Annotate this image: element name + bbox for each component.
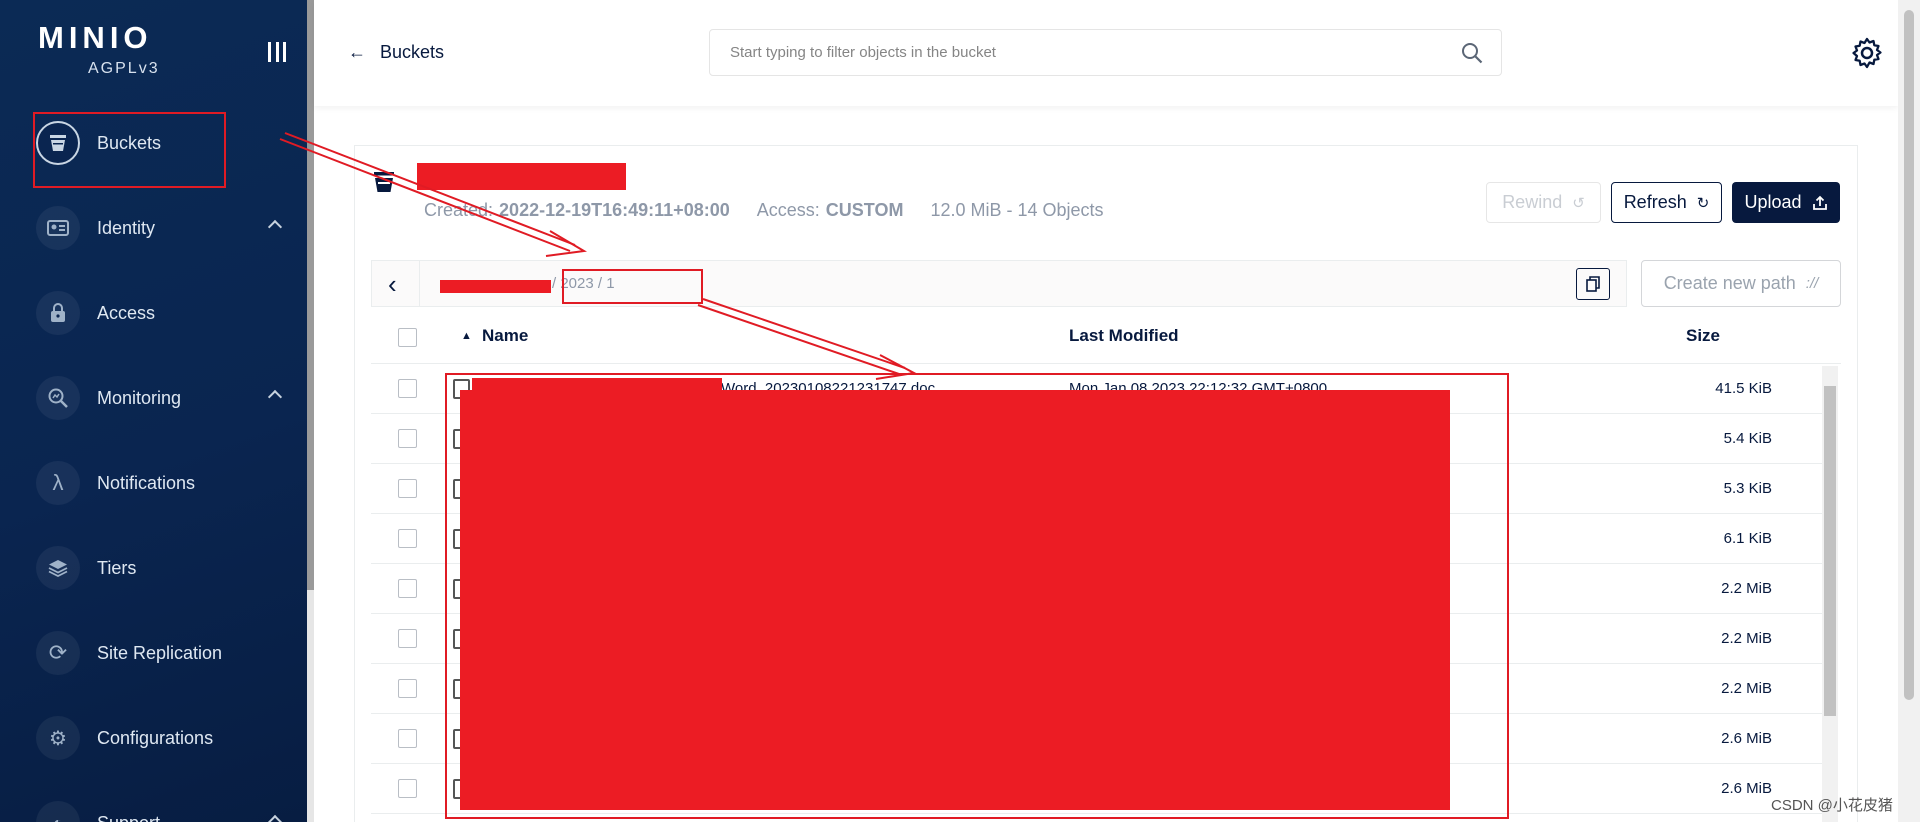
column-last-modified[interactable]: Last Modified: [1069, 326, 1179, 346]
sidebar-item-label: Notifications: [97, 472, 196, 493]
sort-asc-icon[interactable]: ▲: [461, 330, 472, 342]
row-checkbox[interactable]: [398, 629, 417, 648]
object-size: 5.4 KiB: [1723, 430, 1772, 447]
object-size: 2.2 MiB: [1721, 580, 1772, 597]
sidebar-item-identity[interactable]: Identity: [36, 200, 286, 256]
minio-logo[interactable]: MINIO: [38, 20, 153, 56]
watermark: CSDN @小花皮猪: [1771, 797, 1893, 814]
magnifier-chart-icon: [36, 376, 80, 420]
lock-icon: [36, 291, 80, 335]
refresh-icon: ↻: [1696, 194, 1710, 212]
new-path-icon: ://: [1805, 275, 1819, 292]
object-size: 2.2 MiB: [1721, 680, 1772, 697]
rewind-label: Rewind: [1502, 192, 1563, 212]
access-value: CUSTOM: [825, 200, 904, 220]
sidebar-item-label: Access: [97, 302, 156, 323]
object-size: 5.3 KiB: [1723, 480, 1772, 497]
object-size: 2.2 MiB: [1721, 630, 1772, 647]
id-card-icon: [36, 206, 80, 250]
row-checkbox[interactable]: [398, 679, 417, 698]
create-new-path-button[interactable]: Create new path ://: [1641, 260, 1841, 307]
create-path-label: Create new path: [1663, 273, 1796, 293]
column-name[interactable]: Name: [482, 326, 528, 346]
sidebar-item-notifications[interactable]: λ Notifications: [36, 455, 286, 511]
sidebar-item-label: Tiers: [97, 557, 137, 578]
search-icon[interactable]: [1461, 42, 1483, 64]
lambda-icon: λ: [36, 461, 80, 505]
annotation-box-path: [562, 269, 703, 304]
settings-gear-icon[interactable]: [1850, 36, 1884, 70]
bucket-meta: Created: 2022-12-19T16:49:11+08:00 Access…: [424, 200, 1104, 221]
page-scrollbar[interactable]: [1898, 0, 1920, 822]
license-label: AGPLv3: [88, 60, 160, 77]
rewind-button[interactable]: Rewind ↺: [1486, 182, 1601, 223]
created-label: Created:: [424, 200, 494, 220]
back-to-buckets-link[interactable]: ← Buckets: [348, 42, 444, 63]
sidebar-item-monitoring[interactable]: Monitoring: [36, 370, 286, 426]
table-header: ▲ Name Last Modified Size: [371, 316, 1841, 364]
created-value: 2022-12-19T16:49:11+08:00: [499, 200, 730, 220]
arrow-left-icon: ←: [348, 42, 366, 62]
chevron-left-icon[interactable]: ‹: [388, 271, 408, 297]
upload-label: Upload: [1744, 192, 1802, 212]
object-size: 6.1 KiB: [1723, 530, 1772, 547]
row-checkbox[interactable]: [398, 579, 417, 598]
sidebar-scrollbar[interactable]: [307, 0, 314, 822]
sidebar-item-label: Monitoring: [97, 387, 182, 408]
sidebar-item-site-replication[interactable]: ⟳ Site Replication: [36, 625, 286, 681]
redacted-bucket-name: [417, 163, 626, 190]
chevron-up-icon[interactable]: [267, 219, 283, 235]
table-scrollbar[interactable]: [1822, 366, 1838, 822]
annotation-box-buckets: [33, 112, 226, 188]
object-size: 41.5 KiB: [1715, 380, 1772, 397]
upload-icon: [1812, 195, 1827, 210]
support-icon: ◐: [36, 801, 80, 822]
sidebar-item-label: Configurations: [97, 727, 214, 748]
refresh-label: Refresh: [1623, 192, 1687, 212]
row-checkbox[interactable]: [398, 729, 417, 748]
annotation-box-objects: [445, 373, 1509, 819]
bucket-icon: [374, 172, 394, 192]
sidebar-item-label: Site Replication: [97, 642, 223, 663]
sidebar-item-label: Identity: [97, 217, 156, 238]
row-checkbox[interactable]: [398, 479, 417, 498]
upload-button[interactable]: Upload: [1732, 182, 1840, 223]
object-size: 2.6 MiB: [1721, 780, 1772, 797]
select-all-checkbox[interactable]: [398, 328, 417, 347]
row-checkbox[interactable]: [398, 379, 417, 398]
object-size: 2.6 MiB: [1721, 730, 1772, 747]
copy-icon: [1586, 276, 1600, 292]
refresh-button[interactable]: Refresh ↻: [1611, 182, 1722, 223]
row-checkbox[interactable]: [398, 429, 417, 448]
collapse-sidebar-icon[interactable]: [268, 42, 286, 62]
search-placeholder: Start typing to filter objects in the bu…: [730, 44, 996, 61]
history-icon: ↺: [1572, 194, 1585, 212]
search-input[interactable]: Start typing to filter objects in the bu…: [709, 29, 1502, 76]
access-label: Access:: [756, 200, 820, 220]
chevron-up-icon[interactable]: [267, 814, 283, 822]
row-checkbox[interactable]: [398, 529, 417, 548]
sidebar-item-access[interactable]: Access: [36, 285, 286, 341]
sidebar-item-configurations[interactable]: ⚙ Configurations: [36, 710, 286, 766]
sidebar-item-support[interactable]: ◐ Support: [36, 795, 286, 822]
sidebar-item-label: Support: [97, 813, 160, 822]
layers-icon: [36, 546, 80, 590]
row-checkbox[interactable]: [398, 779, 417, 798]
breadcrumb-divider: [419, 261, 420, 306]
sidebar-item-tiers[interactable]: Tiers: [36, 540, 286, 596]
gear-icon: ⚙: [36, 716, 80, 760]
bucket-summary: 12.0 MiB - 14 Objects: [930, 200, 1104, 220]
sync-icon: ⟳: [36, 631, 80, 675]
column-size[interactable]: Size: [1686, 326, 1720, 346]
back-label: Buckets: [380, 42, 445, 62]
copy-path-button[interactable]: [1576, 268, 1610, 300]
chevron-up-icon[interactable]: [267, 389, 283, 405]
redacted-breadcrumb-root: [440, 280, 551, 293]
